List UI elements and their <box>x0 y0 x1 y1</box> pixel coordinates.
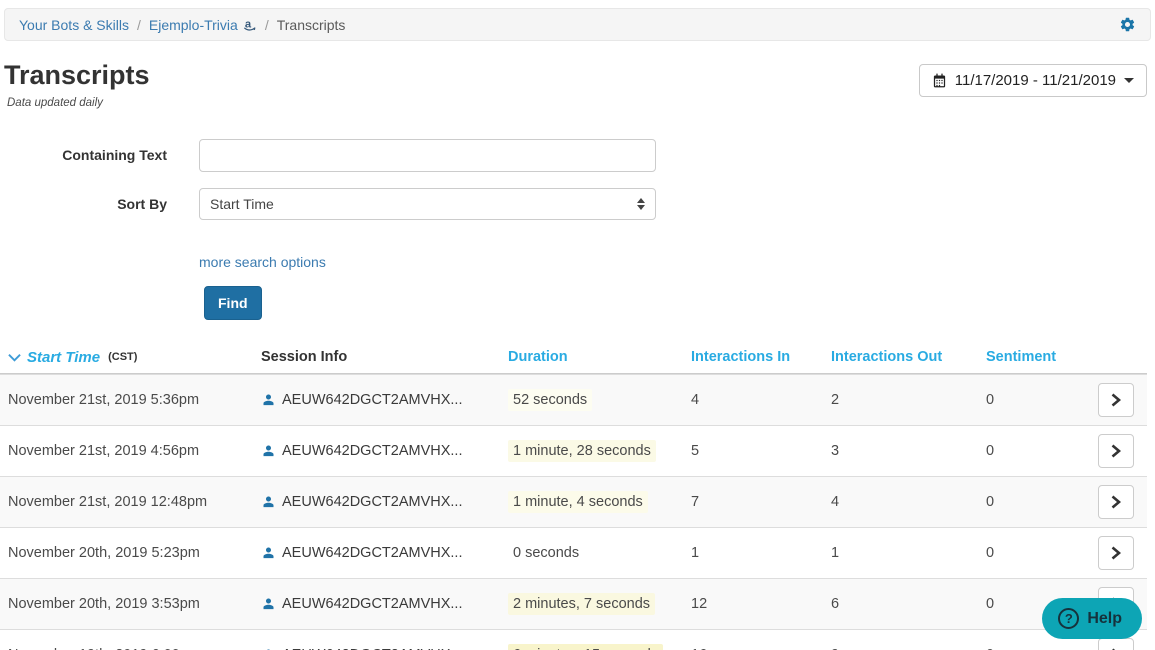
open-transcript-button[interactable] <box>1098 535 1134 570</box>
chevron-right-icon <box>1111 546 1122 560</box>
session-id: AEUW642DGCT2AMVHX... <box>282 544 463 561</box>
duration-value: 52 seconds <box>508 388 593 411</box>
session-info-cell: AEUW642DGCT2AMVHX... <box>253 443 500 459</box>
interactions-in-cell: 1 <box>691 544 700 561</box>
duration-cell: 52 seconds <box>500 388 683 411</box>
sentiment-cell: 0 <box>986 544 995 561</box>
containing-text-label: Containing Text <box>62 147 167 164</box>
help-button-label: Help <box>1087 609 1122 627</box>
table-row: November 20th, 2019 3:53pm AEUW642DGCT2A… <box>0 577 1147 629</box>
page-subtitle: Data updated daily <box>7 96 103 109</box>
chevron-right-icon <box>1111 393 1122 407</box>
interactions-in-cell: 5 <box>691 442 700 459</box>
session-info-cell: AEUW642DGCT2AMVHX... <box>253 392 500 408</box>
duration-value: 0 seconds <box>513 544 580 561</box>
duration-cell: 1 minute, 4 seconds <box>500 490 683 513</box>
session-id: AEUW642DGCT2AMVHX... <box>282 391 463 408</box>
column-header-duration[interactable]: Duration <box>500 349 683 365</box>
interactions-in-cell: 4 <box>691 391 700 408</box>
user-icon <box>261 392 276 407</box>
duration-cell: 0 seconds <box>500 545 683 561</box>
page-title: Transcripts <box>4 60 150 90</box>
table-body: November 21st, 2019 5:36pm AEUW642DGCT2A… <box>0 373 1147 650</box>
session-id: AEUW642DGCT2AMVHX... <box>282 493 463 510</box>
sort-by-label: Sort By <box>117 195 167 212</box>
interactions-out-cell: 6 <box>831 595 840 612</box>
date-range-picker[interactable]: 11/17/2019 - 11/21/2019 <box>918 64 1147 97</box>
breadcrumb-bot-name[interactable]: Ejemplo-Trivia a <box>149 17 257 33</box>
breadcrumb-your-bots-skills[interactable]: Your Bots & Skills <box>19 17 129 33</box>
duration-value: 1 minute, 4 seconds <box>508 490 648 513</box>
start-time-cell: November 21st, 2019 12:48pm <box>8 493 208 510</box>
column-header-sentiment[interactable]: Sentiment <box>978 349 1080 365</box>
table-row: November 20th, 2019 5:23pm AEUW642DGCT2A… <box>0 526 1147 578</box>
start-time-cell: November 21st, 2019 4:56pm <box>8 442 200 459</box>
start-time-cell: November 20th, 2019 3:53pm <box>8 595 200 612</box>
sort-desc-icon <box>8 353 21 362</box>
duration-value: 6 minutes, 15 seconds <box>508 643 664 650</box>
chevron-right-icon <box>1111 444 1122 458</box>
start-time-cell: November 20th, 2019 5:23pm <box>8 544 200 561</box>
sentiment-cell: 0 <box>986 442 995 459</box>
table-row: November 21st, 2019 5:36pm AEUW642DGCT2A… <box>0 373 1147 425</box>
column-header-interactions-in[interactable]: Interactions In <box>683 349 823 365</box>
open-transcript-button[interactable] <box>1098 433 1134 468</box>
sentiment-cell: 0 <box>986 493 995 510</box>
breadcrumb-bot-label: Ejemplo-Trivia <box>148 16 238 33</box>
interactions-out-cell: 1 <box>831 544 840 561</box>
caret-down-icon <box>1124 78 1134 83</box>
date-range-value: 11/17/2019 - 11/21/2019 <box>954 72 1116 89</box>
duration-cell: 2 minutes, 7 seconds <box>500 592 683 615</box>
duration-cell: 1 minute, 28 seconds <box>500 439 683 462</box>
session-info-cell: AEUW642DGCT2AMVHX... <box>253 545 500 561</box>
sort-by-selected-value: Start Time <box>210 195 274 212</box>
duration-value: 1 minute, 28 seconds <box>508 439 656 462</box>
start-time-cell: November 21st, 2019 5:36pm <box>8 391 200 408</box>
session-id: AEUW642DGCT2AMVHX... <box>282 595 463 612</box>
user-icon <box>261 494 276 509</box>
table-row: November 21st, 2019 12:48pm AEUW642DGCT2… <box>0 475 1147 527</box>
open-transcript-button[interactable] <box>1098 382 1134 417</box>
containing-text-input[interactable] <box>199 138 656 172</box>
table-row: November 21st, 2019 4:56pm AEUW642DGCT2A… <box>0 424 1147 476</box>
session-info-cell: AEUW642DGCT2AMVHX... <box>253 494 500 510</box>
interactions-in-cell: 7 <box>691 493 700 510</box>
column-header-session-info: Session Info <box>261 349 348 366</box>
chevron-right-icon <box>1111 495 1122 509</box>
question-mark-icon: ? <box>1058 608 1080 629</box>
user-icon <box>261 545 276 560</box>
interactions-out-cell: 4 <box>831 493 840 510</box>
breadcrumb: Your Bots & Skills / Ejemplo-Trivia a / … <box>4 8 1151 41</box>
transcript-search-form: Containing Text Sort By Start Time more … <box>0 138 1155 320</box>
open-transcript-button[interactable] <box>1098 484 1134 519</box>
transcripts-table: Start Time (CST) Session Info Duration I… <box>0 342 1147 650</box>
session-info-cell: AEUW642DGCT2AMVHX... <box>253 596 500 612</box>
calendar-icon <box>932 73 947 88</box>
find-button[interactable]: Find <box>204 285 262 320</box>
timezone-label: (CST) <box>108 351 138 364</box>
user-icon <box>261 443 276 458</box>
help-button[interactable]: ? Help <box>1042 598 1142 639</box>
interactions-in-cell: 12 <box>691 595 708 612</box>
breadcrumb-current-page: Transcripts <box>276 16 346 33</box>
settings-gear-icon[interactable] <box>1119 16 1136 33</box>
sort-by-select[interactable]: Start Time <box>199 187 656 220</box>
session-id: AEUW642DGCT2AMVHX... <box>282 442 463 459</box>
table-row: November 19th, 2019 6:00pm AEUW642DGCT2A… <box>0 628 1147 650</box>
column-header-start-time[interactable]: Start Time (CST) <box>0 349 253 366</box>
breadcrumb-separator: / <box>136 16 141 33</box>
column-header-interactions-out[interactable]: Interactions Out <box>823 349 978 365</box>
more-search-options-link[interactable]: more search options <box>199 254 326 270</box>
select-arrows-icon <box>637 197 645 210</box>
table-header-row: Start Time (CST) Session Info Duration I… <box>0 342 1147 374</box>
column-header-start-time-label: Start Time <box>27 348 101 366</box>
breadcrumb-separator: / <box>264 16 269 33</box>
user-icon <box>261 596 276 611</box>
interactions-out-cell: 3 <box>831 442 840 459</box>
sentiment-cell: 0 <box>986 391 995 408</box>
interactions-out-cell: 2 <box>831 391 840 408</box>
amazon-logo-icon: a <box>242 17 257 33</box>
duration-value: 2 minutes, 7 seconds <box>508 592 656 615</box>
open-transcript-button[interactable] <box>1098 637 1134 650</box>
